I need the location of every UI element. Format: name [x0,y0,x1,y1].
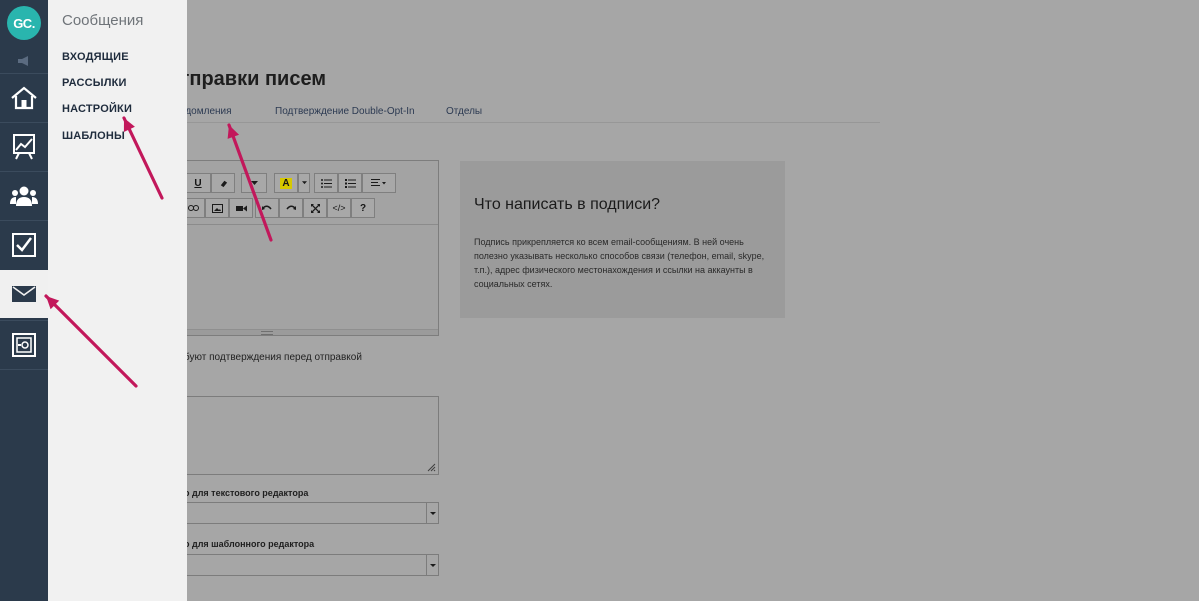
chart-board-icon [13,133,35,159]
main-sidebar: GC. [0,0,48,601]
insert-video-button[interactable] [229,198,253,218]
envelope-icon [12,286,36,302]
underline-icon: U [194,177,202,189]
hint-title: Что написать в подписи? [474,196,661,213]
numbered-list-button[interactable] [338,173,362,193]
undo-icon [262,205,272,210]
redo-icon [286,205,296,210]
align-icon [371,179,386,186]
settings-tabs: едомления Подтверждение Double-Opt-In От… [150,104,880,123]
resize-grip-icon[interactable] [427,463,436,472]
fullscreen-icon [310,203,320,213]
logo[interactable]: GC. [7,6,41,40]
redo-button[interactable] [279,198,303,218]
text-editor-label: о для текстового редактора [184,488,309,498]
source-code-button[interactable]: </> [327,198,351,218]
nav-users[interactable] [0,171,48,219]
font-color-dropdown[interactable] [298,173,310,193]
tab-departments[interactable]: Отделы [446,106,482,117]
link-icon [187,205,199,211]
font-color-icon: A [280,177,292,189]
nav-home[interactable] [0,73,48,121]
signature-editor: U A </> ? [150,160,439,336]
template-editor-select[interactable] [150,554,439,576]
font-size-dropdown[interactable] [241,173,267,193]
hint-text: Подпись прикрепляется ко всем email-сооб… [474,237,765,289]
insert-image-button[interactable] [205,198,229,218]
chevron-down-icon [426,555,438,575]
chevron-down-icon [301,181,307,185]
nav-settings[interactable] [0,320,48,368]
bulleted-list-button[interactable] [314,173,338,193]
safe-icon [12,332,36,357]
announcements-button[interactable] [0,50,48,72]
help-button[interactable]: ? [351,198,375,218]
fullscreen-button[interactable] [303,198,327,218]
eraser-icon [220,180,227,187]
nav-analytics[interactable] [0,122,48,170]
plain-text-signature-input[interactable] [150,396,439,475]
home-icon [11,86,37,109]
flyout-item-templates[interactable]: ШАБЛОНЫ [62,130,125,142]
help-icon: ? [359,202,367,214]
tab-double-opt-in[interactable]: Подтверждение Double-Opt-In [275,106,415,117]
flyout-item-inbox[interactable]: ВХОДЯЩИЕ [62,51,129,63]
clear-format-button[interactable] [211,173,235,193]
messages-flyout-menu: Сообщения ВХОДЯЩИЕ РАССЫЛКИ НАСТРОЙКИ ША… [48,0,187,601]
template-editor-label: о для шаблонного редактора [184,539,315,549]
undo-button[interactable] [255,198,279,218]
editor-toolbar: U A </> ? [151,161,438,225]
tab-notifications[interactable]: едомления [180,106,232,117]
code-icon: </> [332,203,346,213]
bulleted-list-icon [320,178,332,188]
flyout-title: Сообщения [62,12,144,29]
sidebar-divider [0,369,48,370]
signature-hint-box: Что написать в подписи? Подпись прикрепл… [460,161,785,318]
chevron-down-icon [426,503,438,523]
editor-text-area[interactable] [151,226,438,330]
chevron-down-icon [250,180,258,185]
nav-messages[interactable] [0,270,48,318]
underline-button[interactable]: U [185,173,211,193]
video-icon [235,205,247,211]
megaphone-icon [18,56,28,66]
numbered-list-icon [344,178,356,188]
editor-resize-handle[interactable] [151,329,438,335]
users-icon [10,186,38,206]
confirmation-checkbox-label: буют подтверждения перед отправкой [184,352,362,363]
nav-tasks[interactable] [0,220,48,268]
font-color-button[interactable]: A [274,173,298,193]
flyout-item-settings[interactable]: НАСТРОЙКИ [62,103,132,115]
flyout-item-mailings[interactable]: РАССЫЛКИ [62,77,127,89]
image-icon [211,203,223,213]
align-dropdown[interactable] [362,173,396,193]
text-editor-select[interactable] [150,502,439,524]
checkbox-icon [12,232,36,257]
